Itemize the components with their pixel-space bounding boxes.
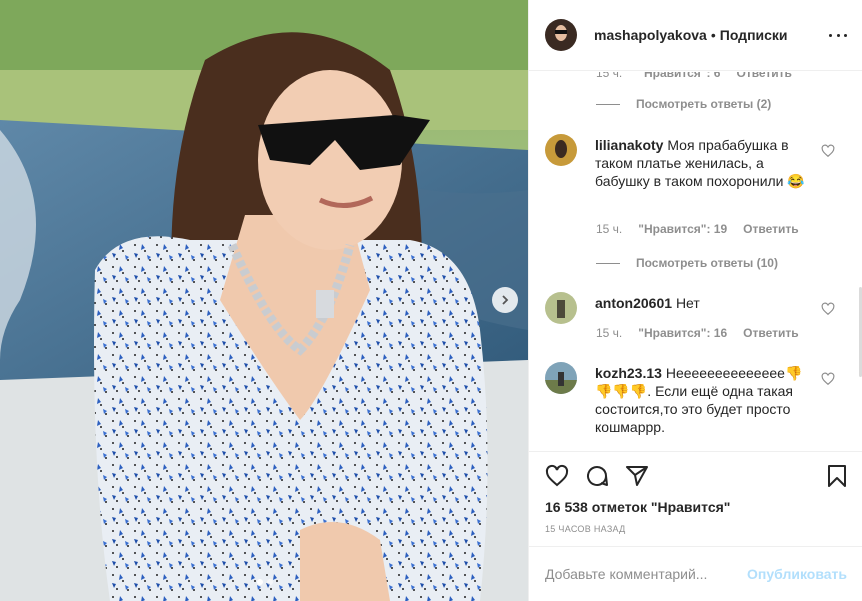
comment-meta: 15 ч. "Нравится": 16 Ответить	[596, 326, 799, 340]
comment-likes[interactable]: "Нравится": 16	[638, 326, 727, 340]
header-separator: •	[710, 27, 716, 43]
post-photo[interactable]	[0, 0, 528, 601]
commenter-username[interactable]: lilianakoty	[595, 137, 663, 153]
view-replies-label: Посмотреть ответы (2)	[636, 97, 772, 111]
reply-button[interactable]: Ответить	[736, 72, 791, 80]
view-replies-button[interactable]: Посмотреть ответы (10)	[596, 256, 778, 270]
comments-list[interactable]: 15 ч. "Нравится": 6 Ответить Посмотреть …	[529, 72, 862, 450]
post-header: mashapolyakova • Подписки	[529, 0, 862, 71]
comment-text: Нет	[675, 295, 700, 311]
more-options-icon[interactable]	[829, 26, 847, 44]
post-comment-button[interactable]: Опубликовать	[747, 566, 847, 582]
share-icon[interactable]	[625, 464, 649, 488]
comment-time: 15 ч.	[596, 222, 623, 236]
comment-time: 15 ч.	[596, 326, 623, 340]
add-comment-bar: Добавьте комментарий... Опубликовать	[529, 546, 862, 601]
heart-icon[interactable]	[821, 372, 835, 386]
carousel-dot	[267, 579, 273, 585]
comment-icon[interactable]	[585, 464, 609, 488]
commenter-username[interactable]: anton20601	[595, 295, 672, 311]
comment-time: 15 ч.	[596, 72, 623, 80]
post-side-panel: mashapolyakova • Подписки 15 ч. "Нравитс…	[528, 0, 862, 601]
following-button[interactable]: Подписки	[720, 27, 788, 43]
heart-icon[interactable]	[821, 302, 835, 316]
carousel-indicator	[257, 579, 273, 585]
comment-likes[interactable]: "Нравится": 6	[638, 72, 720, 80]
view-replies-label: Посмотреть ответы (10)	[636, 256, 778, 270]
commenter-avatar[interactable]	[545, 292, 577, 324]
carousel-dot-active	[257, 579, 263, 585]
reply-button[interactable]: Ответить	[743, 222, 798, 236]
author-avatar[interactable]	[545, 19, 577, 51]
comment-likes[interactable]: "Нравится": 19	[638, 222, 727, 236]
post-time: 15 ЧАСОВ НАЗАД	[545, 524, 626, 534]
view-replies-button[interactable]: Посмотреть ответы (2)	[596, 97, 771, 111]
likes-count[interactable]: 16 538 отметок "Нравится"	[545, 499, 730, 515]
comment-input[interactable]: Добавьте комментарий...	[545, 566, 745, 582]
chevron-right-icon	[502, 295, 509, 305]
commenter-avatar[interactable]	[545, 362, 577, 394]
author-username[interactable]: mashapolyakova	[594, 27, 707, 43]
heart-icon[interactable]	[821, 144, 835, 158]
commenter-username[interactable]: kozh23.13	[595, 365, 662, 381]
post-image	[0, 0, 528, 601]
comment-meta: 15 ч. "Нравится": 6 Ответить	[596, 72, 792, 80]
comment-meta: 15 ч. "Нравится": 19 Ответить	[596, 222, 799, 236]
heart-icon[interactable]	[545, 464, 569, 488]
post-actions: 16 538 отметок "Нравится" 15 ЧАСОВ НАЗАД	[529, 451, 862, 551]
next-photo-button[interactable]	[492, 287, 518, 313]
reply-button[interactable]: Ответить	[743, 326, 798, 340]
bookmark-icon[interactable]	[825, 464, 849, 488]
commenter-avatar[interactable]	[545, 134, 577, 166]
